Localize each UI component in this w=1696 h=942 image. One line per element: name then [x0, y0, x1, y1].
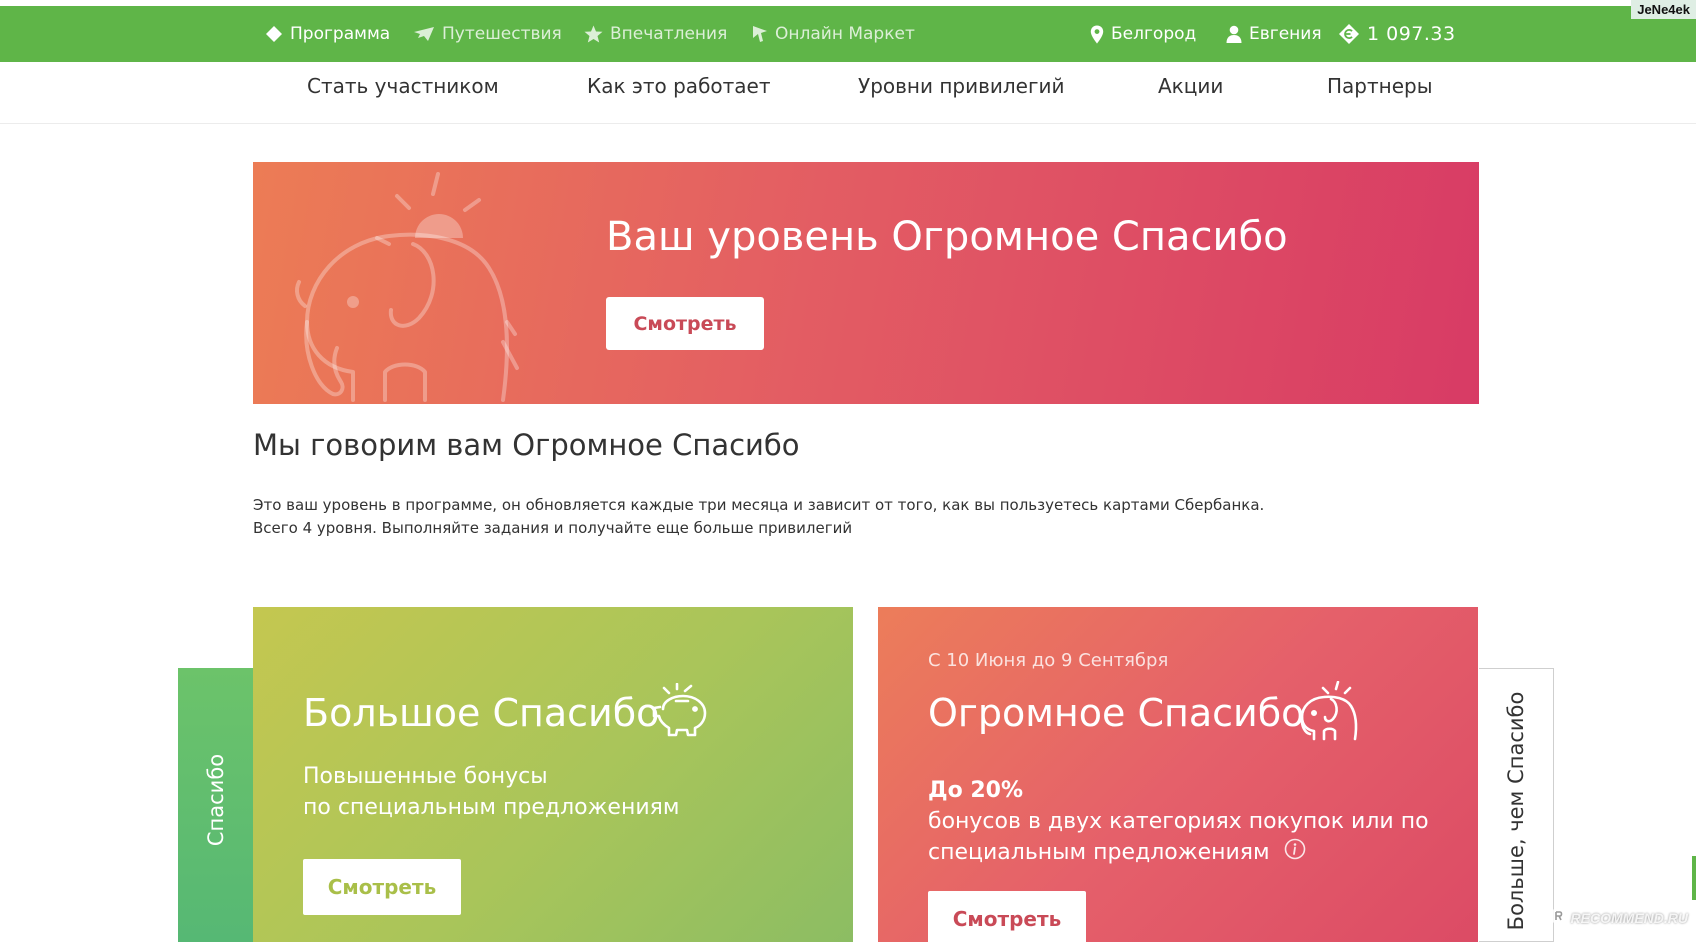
spasibo-bonus-icon — [1338, 23, 1360, 45]
intro-line-1: Это ваш уровень в программе, он обновляе… — [253, 496, 1265, 514]
top-bar: Программа Путешествия Впечатления Онлайн… — [0, 6, 1696, 62]
city-selector-wrap: Белгород — [1090, 6, 1196, 62]
subnav-promotions[interactable]: Акции — [1158, 62, 1223, 114]
city-label: Белгород — [1111, 24, 1197, 44]
secondary-nav: Стать участником Как это работает Уровни… — [0, 62, 1696, 124]
card-desc-line-1: Повышенные бонусы — [303, 764, 548, 789]
card-title: Огромное Спасибо — [928, 691, 1305, 735]
card-highlight: До 20% — [928, 778, 1024, 803]
elephant-icon — [1300, 680, 1362, 745]
plane-icon — [413, 26, 435, 42]
card-desc-row-2: специальным предложениям — [928, 837, 1306, 869]
intro-description: Это ваш уровень в программе, он обновляе… — [253, 494, 1264, 540]
card-date-range: С 10 Июня до 9 Сентября — [928, 650, 1169, 671]
user-name: Евгения — [1249, 24, 1322, 44]
balance-value: 1 097.33 — [1367, 23, 1456, 45]
nav-item-impressions[interactable]: Впечатления — [584, 24, 727, 44]
level-tab-more-than-thanks[interactable]: Больше, чем Спасибо — [1479, 668, 1554, 942]
side-scroll-marker — [1692, 856, 1696, 900]
nav-item-label: Впечатления — [610, 24, 728, 44]
recommend-logo-icon — [1549, 907, 1567, 928]
card-title: Большое Спасибо — [303, 691, 660, 735]
big-thanks-view-button[interactable]: Смотреть — [303, 859, 461, 915]
user-icon — [1226, 25, 1242, 43]
watermark-username: JeNe4ek — [1631, 0, 1696, 19]
huge-thanks-view-button[interactable]: Смотреть — [928, 891, 1086, 942]
hero-title: Ваш уровень Огромное Спасибо — [606, 214, 1288, 260]
balance-wrap: 1 097.33 — [1338, 6, 1456, 62]
subnav-partners[interactable]: Партнеры — [1327, 62, 1433, 114]
diamond-icon — [265, 25, 283, 43]
city-selector[interactable]: Белгород — [1090, 24, 1196, 44]
user-menu-wrap: Евгения — [1226, 6, 1322, 62]
program-menu: Программа — [265, 6, 390, 62]
level-tab-label: Больше, чем Спасибо — [1504, 691, 1528, 931]
subnav-privilege-levels[interactable]: Уровни привилегий — [858, 62, 1064, 114]
nav-item-label: Программа — [290, 24, 391, 44]
star-icon — [584, 25, 603, 43]
hero-view-button[interactable]: Смотреть — [606, 297, 764, 350]
nav-item-program[interactable]: Программа — [265, 24, 390, 44]
hero-banner: Ваш уровень Огромное Спасибо Смотреть — [253, 162, 1479, 404]
impressions-menu: Впечатления — [584, 6, 727, 62]
watermark-site: RECOMMEND.RU — [1549, 907, 1688, 928]
intro-title: Мы говорим вам Огромное Спасибо — [253, 428, 800, 462]
card-desc-line-1: бонусов в двух категориях покупок или по — [928, 809, 1429, 834]
nav-item-travel[interactable]: Путешествия — [413, 24, 562, 44]
level-tab-spasibo[interactable]: Спасибо — [178, 668, 254, 942]
subnav-become-member[interactable]: Стать участником — [307, 62, 499, 114]
level-card-huge-thanks: С 10 Июня до 9 Сентября Огромное Спасибо… — [878, 607, 1478, 942]
travel-menu: Путешествия — [413, 6, 562, 62]
cursor-icon — [752, 25, 768, 43]
location-pin-icon — [1090, 25, 1104, 44]
bonus-balance[interactable]: 1 097.33 — [1338, 23, 1456, 45]
nav-item-market[interactable]: Онлайн Маркет — [752, 24, 915, 44]
user-menu[interactable]: Евгения — [1226, 24, 1322, 44]
market-menu: Онлайн Маркет — [752, 6, 915, 62]
nav-item-label: Путешествия — [442, 24, 562, 44]
watermark-text: RECOMMEND.RU — [1570, 909, 1688, 926]
piggy-bank-icon — [651, 682, 713, 743]
elephant-icon — [293, 172, 563, 404]
intro-line-2: Всего 4 уровня. Выполняйте задания и пол… — [253, 519, 853, 537]
card-desc-line-2: по специальным предложениям — [303, 795, 680, 820]
subnav-how-it-works[interactable]: Как это работает — [587, 62, 771, 114]
level-tab-label: Спасибо — [204, 753, 228, 847]
card-desc-line-2: специальным предложениям — [928, 840, 1270, 865]
level-card-big-thanks: Большое Спасибо Повышенные бонусы по спе… — [253, 607, 853, 942]
nav-item-label: Онлайн Маркет — [775, 24, 915, 44]
info-icon[interactable] — [1284, 838, 1306, 869]
